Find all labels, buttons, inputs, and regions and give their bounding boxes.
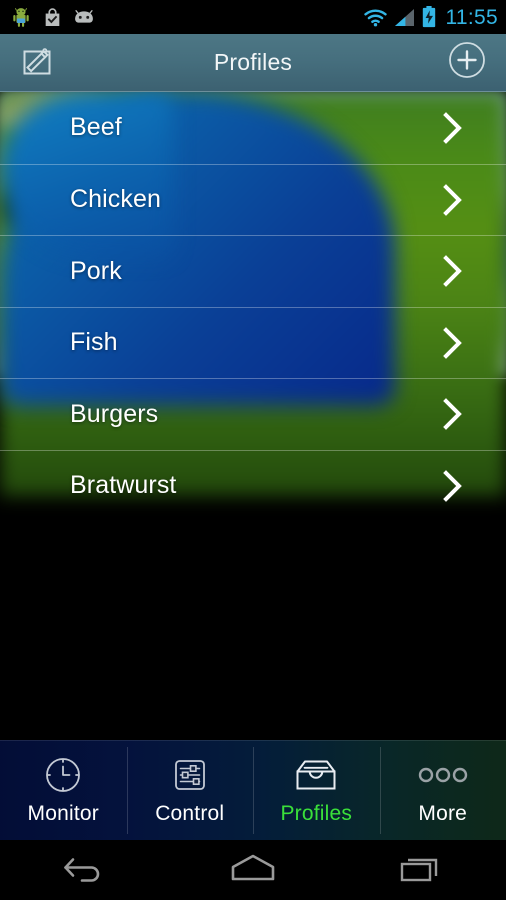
android-robot-icon	[10, 6, 32, 28]
tab-label: More	[418, 802, 468, 825]
wifi-icon	[363, 8, 388, 27]
bottom-tab-bar: Monitor Control Profiles More	[0, 740, 506, 840]
back-icon	[59, 851, 109, 890]
tab-label: Profiles	[280, 802, 353, 825]
chevron-right-icon	[440, 469, 466, 503]
profiles-list: Beef Chicken Pork Fish Burgers Bratwurst	[0, 92, 506, 521]
three-dots-icon	[416, 755, 470, 795]
android-head-icon	[73, 8, 95, 26]
chevron-right-icon	[440, 397, 466, 431]
status-bar-clock: 11:55	[445, 5, 498, 29]
tab-monitor[interactable]: Monitor	[0, 741, 127, 840]
profile-name: Pork	[70, 256, 122, 285]
tab-control[interactable]: Control	[126, 741, 254, 840]
list-item[interactable]: Fish	[0, 306, 506, 379]
edit-pencil-square-icon	[17, 41, 55, 84]
chevron-right-icon	[440, 254, 466, 288]
list-item[interactable]: Burgers	[0, 378, 506, 450]
home-button[interactable]	[169, 840, 338, 900]
list-item[interactable]: Chicken	[0, 163, 506, 236]
status-bar-system-icons: 11:55	[363, 6, 499, 28]
edit-profiles-button[interactable]	[8, 34, 64, 92]
profile-name: Beef	[70, 113, 122, 142]
profile-name: Fish	[70, 328, 118, 357]
tab-more[interactable]: More	[379, 741, 506, 840]
sliders-icon	[170, 755, 210, 795]
phone-screen: 11:55 Profiles Beef Chicken Pork Fish Bu…	[0, 0, 506, 900]
recent-apps-button[interactable]	[337, 840, 506, 900]
status-bar-notification-icons	[10, 6, 95, 28]
cellular-signal-icon	[394, 8, 416, 27]
play-store-bag-check-icon	[42, 7, 63, 28]
tab-profiles[interactable]: Profiles	[253, 741, 380, 840]
clock-icon	[42, 755, 84, 795]
tab-label: Control	[155, 802, 225, 825]
list-item[interactable]: Bratwurst	[0, 449, 506, 522]
list-item[interactable]: Beef	[0, 92, 506, 164]
recents-icon	[396, 851, 448, 890]
profile-name: Chicken	[70, 185, 162, 214]
system-navigation-bar	[0, 840, 506, 900]
action-bar: Profiles	[0, 34, 506, 92]
page-title: Profiles	[213, 49, 293, 75]
inbox-tray-icon	[292, 755, 340, 795]
chevron-right-icon	[440, 183, 466, 217]
tab-label: Monitor	[27, 802, 99, 825]
profile-name: Burgers	[70, 399, 159, 428]
chevron-right-icon	[440, 111, 466, 145]
profile-name: Bratwurst	[70, 471, 177, 500]
chevron-right-icon	[440, 326, 466, 360]
back-button[interactable]	[0, 840, 169, 900]
list-item[interactable]: Pork	[0, 235, 506, 307]
add-profile-button[interactable]	[446, 42, 488, 84]
battery-charging-icon	[422, 6, 436, 28]
add-circle-plus-icon	[447, 40, 487, 85]
home-icon	[225, 851, 281, 890]
status-bar: 11:55	[0, 0, 506, 34]
